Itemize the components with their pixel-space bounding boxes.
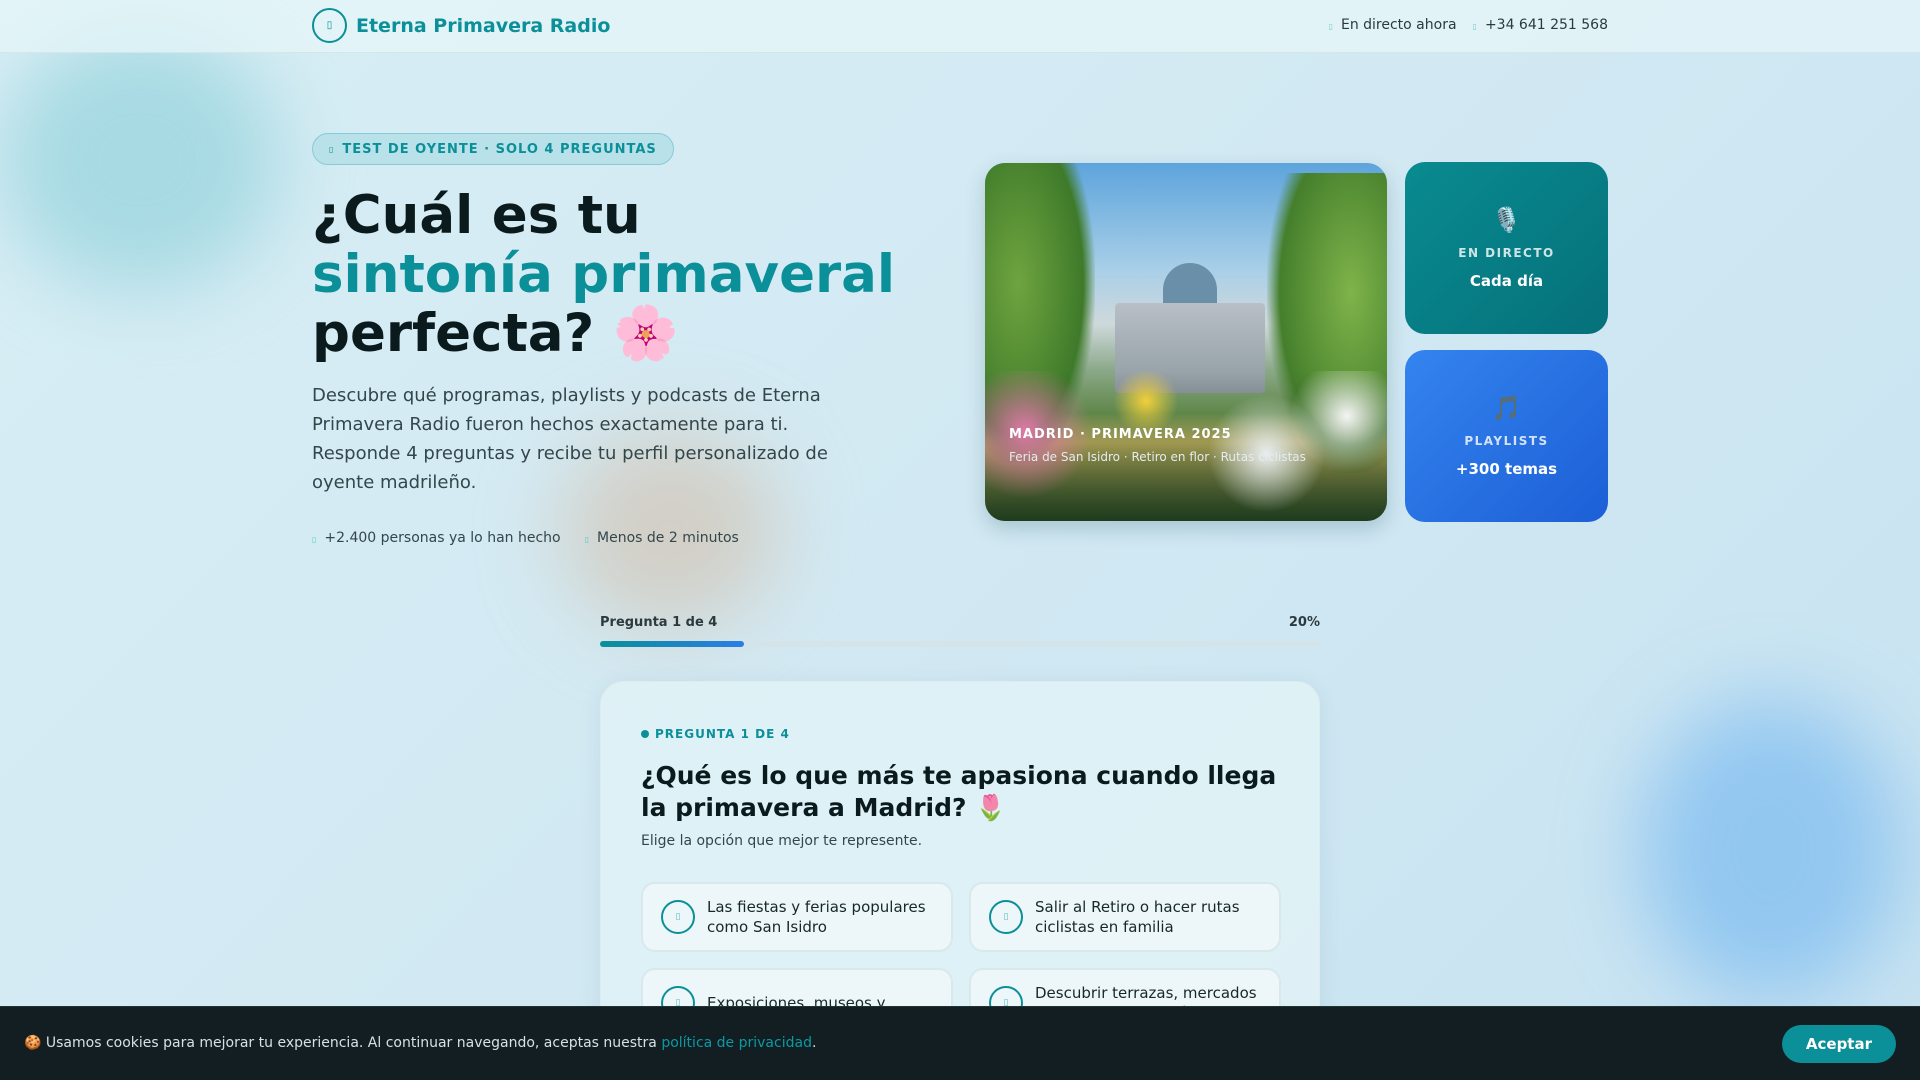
title-accent: sintonía primaveral <box>312 244 896 305</box>
card-value: +300 temas <box>1455 460 1558 478</box>
title-line-1: ¿Cuál es tu <box>312 185 641 246</box>
option-label: Salir al Retiro o hacer rutas ciclistas … <box>1035 898 1240 936</box>
image-caption-title: MADRID · PRIMAVERA 2025 <box>1009 427 1232 442</box>
question-tag-text: PREGUNTA 1 DE 4 <box>655 727 790 741</box>
microphone-icon: 🎙️ <box>1491 206 1522 234</box>
image-caption-subtitle: Feria de San Isidro · Retiro en flor · R… <box>1009 450 1306 464</box>
playlists-card: 🎵 PLAYLISTS +300 temas <box>1405 350 1608 522</box>
phone-link[interactable]: ▯ +34 641 251 568 <box>1473 17 1608 33</box>
cookie-text: 🍪 Usamos cookies para mejorar tu experie… <box>24 1035 816 1051</box>
option-label: Las fiestas y ferias populares como San … <box>707 898 926 936</box>
users-icon: ▯ <box>312 535 317 544</box>
progress-fill <box>600 641 744 647</box>
question-tag: PREGUNTA 1 DE 4 <box>641 727 790 741</box>
clock-icon: ▯ <box>584 535 590 544</box>
quiz-badge: ▯ TEST DE OYENTE · SOLO 4 PREGUNTAS <box>312 133 674 165</box>
badge-icon: ▯ <box>329 144 335 154</box>
radio-icon: ▯ <box>312 8 347 43</box>
accept-cookies-button[interactable]: Aceptar <box>1781 1025 1896 1063</box>
decorative-blob <box>1640 700 1900 1000</box>
progress-step: Pregunta 1 de 4 <box>600 615 718 630</box>
privacy-policy-link[interactable]: política de privacidad <box>661 1035 812 1051</box>
card-label: PLAYLISTS <box>1464 434 1549 448</box>
cookie-message: Usamos cookies para mejorar tu experienc… <box>45 1035 662 1051</box>
stat-text: Menos de 2 minutos <box>597 530 739 546</box>
card-value: Cada día <box>1469 272 1544 290</box>
live-text: En directo ahora <box>1340 17 1457 33</box>
live-dot-icon: ▯ <box>1328 22 1333 31</box>
madrid-spring-image: MADRID · PRIMAVERA 2025 Feria de San Isi… <box>985 163 1387 521</box>
progress-percent: 20% <box>1288 615 1320 630</box>
cookie-period: . <box>811 1035 817 1051</box>
stat-text: +2.400 personas ya lo han hecho <box>324 530 561 546</box>
option-icon: ▯ <box>989 900 1023 934</box>
badge-text: TEST DE OYENTE · SOLO 4 PREGUNTAS <box>342 141 657 157</box>
phone-text: +34 641 251 568 <box>1484 17 1608 33</box>
site-header: ▯ Eterna Primavera Radio ▯ En directo aho… <box>0 0 1920 53</box>
live-card: 🎙️ EN DIRECTO Cada día <box>1405 162 1608 334</box>
stat-participants: ▯ +2.400 personas ya lo han hecho <box>312 530 561 546</box>
cookie-icon: 🍪 <box>24 1035 42 1051</box>
card-label: EN DIRECTO <box>1458 246 1555 260</box>
brand-name: Eterna Primavera Radio <box>356 14 611 37</box>
answer-option[interactable]: ▯ Salir al Retiro o hacer rutas ciclistas… <box>969 882 1281 952</box>
brand-logo[interactable]: ▯ Eterna Primavera Radio <box>312 8 610 43</box>
music-note-icon: 🎵 <box>1491 394 1522 422</box>
hero-stats: ▯ +2.400 personas ya lo han hecho ▯ Menos … <box>312 530 739 546</box>
progress-bar <box>600 641 1320 647</box>
question-title: ¿Qué es lo que más te apasiona cuando ll… <box>641 761 1277 822</box>
phone-icon: ▯ <box>1472 22 1477 31</box>
decorative-blob <box>0 30 280 290</box>
dot-icon <box>641 730 649 738</box>
page-title: ¿Cuál es tu sintonía primaveral perfecta… <box>312 186 895 363</box>
stat-duration: ▯ Menos de 2 minutos <box>585 530 739 546</box>
hero-description: Descubre qué programas, playlists y podc… <box>312 385 828 493</box>
option-icon: ▯ <box>661 900 695 934</box>
title-line-3: perfecta? 🌸 <box>312 303 679 364</box>
live-indicator: ▯ En directo ahora <box>1329 17 1457 33</box>
answer-option[interactable]: ▯ Las fiestas y ferias populares como San… <box>641 882 953 952</box>
image-flowers <box>985 371 1387 521</box>
progress-labels: Pregunta 1 de 4 20% <box>600 615 1320 630</box>
cookie-banner: 🍪 Usamos cookies para mejorar tu experie… <box>0 1006 1920 1080</box>
question-subtitle: Elige la opción que mejor te represente. <box>641 833 923 849</box>
